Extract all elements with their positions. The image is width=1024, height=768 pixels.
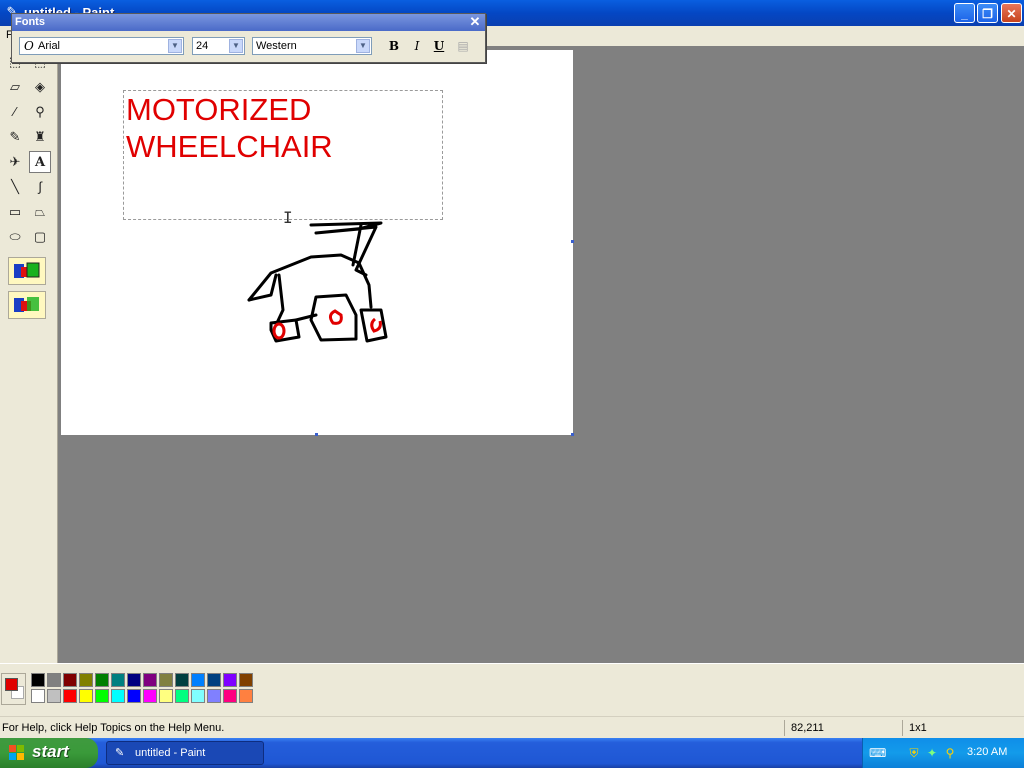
foreground-color-swatch [5,678,18,691]
status-help-text: For Help, click Help Topics on the Help … [2,722,225,734]
color-swatch[interactable] [47,673,61,687]
color-swatch[interactable] [207,689,221,703]
ellipse-icon[interactable]: ⬭ [4,226,26,248]
line-icon[interactable]: ╲ [4,176,26,198]
color-swatch[interactable] [95,689,109,703]
curve-icon[interactable]: ∫ [29,176,51,198]
text-tool-icon[interactable]: A [29,151,51,173]
polygon-icon[interactable]: ⏢ [29,201,51,223]
color-swatch[interactable] [95,673,109,687]
canvas-resize-handle[interactable] [571,240,574,243]
text-input-box[interactable]: MOTORIZED WHEELCHAIR [123,90,443,220]
color-swatch[interactable] [159,689,173,703]
color-swatch[interactable] [143,689,157,703]
start-label: start [32,742,69,761]
transparent-background-option-icon[interactable] [8,291,46,319]
paint-app-icon: ✎ [115,747,125,759]
color-swatch[interactable] [207,673,221,687]
color-swatch[interactable] [175,689,189,703]
color-palette [0,663,1024,716]
color-swatch[interactable] [79,689,93,703]
underline-button[interactable]: U [430,37,448,55]
color-swatch[interactable] [79,673,93,687]
color-swatch[interactable] [191,689,205,703]
vertical-text-icon: ▤ [457,39,469,53]
canvas-resize-handle[interactable] [571,433,574,436]
color-swatch[interactable] [47,689,61,703]
network-icon[interactable]: ✦ [925,746,939,760]
canvas-resize-handle[interactable] [315,433,318,436]
fill-bucket-icon[interactable]: ◈ [29,76,51,98]
search-icon[interactable]: ⚲ [943,746,957,760]
opaque-background-option-icon[interactable] [8,257,46,285]
close-button[interactable]: ✕ [1001,3,1022,23]
current-colors-box [1,673,26,705]
status-coordinates: 82,211 [784,720,901,736]
close-icon[interactable]: ✕ [468,15,482,29]
font-script-value: Western [256,40,297,52]
taskbar: start ✎ untitled - Paint ⌨ ⛨ ✦ ⚲ 3:20 AM [0,738,1024,768]
color-swatch[interactable] [175,673,189,687]
canvas-text-line: WHEELCHAIR [126,129,333,164]
color-swatch[interactable] [63,689,77,703]
color-swatch[interactable] [31,689,45,703]
color-swatch[interactable] [127,673,141,687]
color-swatch[interactable] [63,673,77,687]
taskbar-item-label: untitled - Paint [135,747,206,759]
security-shield-icon[interactable]: ⛨ [907,746,921,760]
color-swatch[interactable] [223,673,237,687]
color-swatch[interactable] [239,689,253,703]
font-size-value: 24 [196,40,209,52]
fonts-toolbar: Fonts ✕ Arial O ▼ 24 ▼ Western ▼ B I U ▤ [11,13,486,63]
drawing-canvas[interactable]: MOTORIZED WHEELCHAIR I [61,50,574,436]
wheelchair-drawing [247,221,388,343]
font-name-value: Arial [38,40,61,52]
color-swatch[interactable] [239,673,253,687]
bold-button[interactable]: B [385,37,403,55]
start-button[interactable]: start [0,738,98,768]
restore-button[interactable]: ❐ [977,3,998,23]
color-picker-icon[interactable]: ⁄ [4,101,26,123]
windows-logo-icon [9,745,24,760]
font-script-dropdown[interactable]: Western ▼ [252,37,372,55]
color-swatch[interactable] [127,689,141,703]
system-tray: ⌨ ⛨ ✦ ⚲ 3:20 AM [862,738,1024,768]
fonts-toolbar-title: Fonts [15,16,45,28]
color-swatch[interactable] [31,673,45,687]
airbrush-icon[interactable]: ✈ [4,151,26,173]
color-swatch[interactable] [159,673,173,687]
color-swatch[interactable] [191,673,205,687]
chevron-down-icon[interactable]: ▼ [168,39,182,53]
chevron-down-icon[interactable]: ▼ [229,39,243,53]
color-swatch[interactable] [111,673,125,687]
font-size-dropdown[interactable]: 24 ▼ [192,37,245,55]
magnifier-icon[interactable]: ⚲ [29,101,51,123]
eraser-icon[interactable]: ▱ [4,76,26,98]
opentype-font-icon: O [24,39,34,53]
toolbox: ⬚ ⬚ ▱ ◈ ⁄ ⚲ ✎ ♜ ✈ A ╲ ∫ ▭ ⏢ ⬭ ▢ [0,46,58,663]
color-swatch[interactable] [143,673,157,687]
color-swatch[interactable] [223,689,237,703]
font-name-dropdown[interactable]: Arial O ▼ [19,37,184,55]
fonts-toolbar-title-bar[interactable]: Fonts ✕ [12,14,485,31]
rounded-rectangle-icon[interactable]: ▢ [29,226,51,248]
rectangle-icon[interactable]: ▭ [4,201,26,223]
pencil-icon[interactable]: ✎ [4,126,26,148]
status-bar: For Help, click Help Topics on the Help … [0,716,1024,739]
status-selection-size: 1x1 [902,720,1019,736]
brush-icon[interactable]: ♜ [29,126,51,148]
color-swatch[interactable] [111,689,125,703]
italic-button[interactable]: I [408,37,426,55]
minimize-button[interactable]: _ [954,3,975,23]
chevron-down-icon[interactable]: ▼ [356,39,370,53]
keyboard-icon[interactable]: ⌨ [869,746,886,760]
taskbar-item-paint[interactable]: ✎ untitled - Paint [106,741,264,765]
canvas-text-line: MOTORIZED [126,92,312,127]
clock: 3:20 AM [967,746,1008,758]
